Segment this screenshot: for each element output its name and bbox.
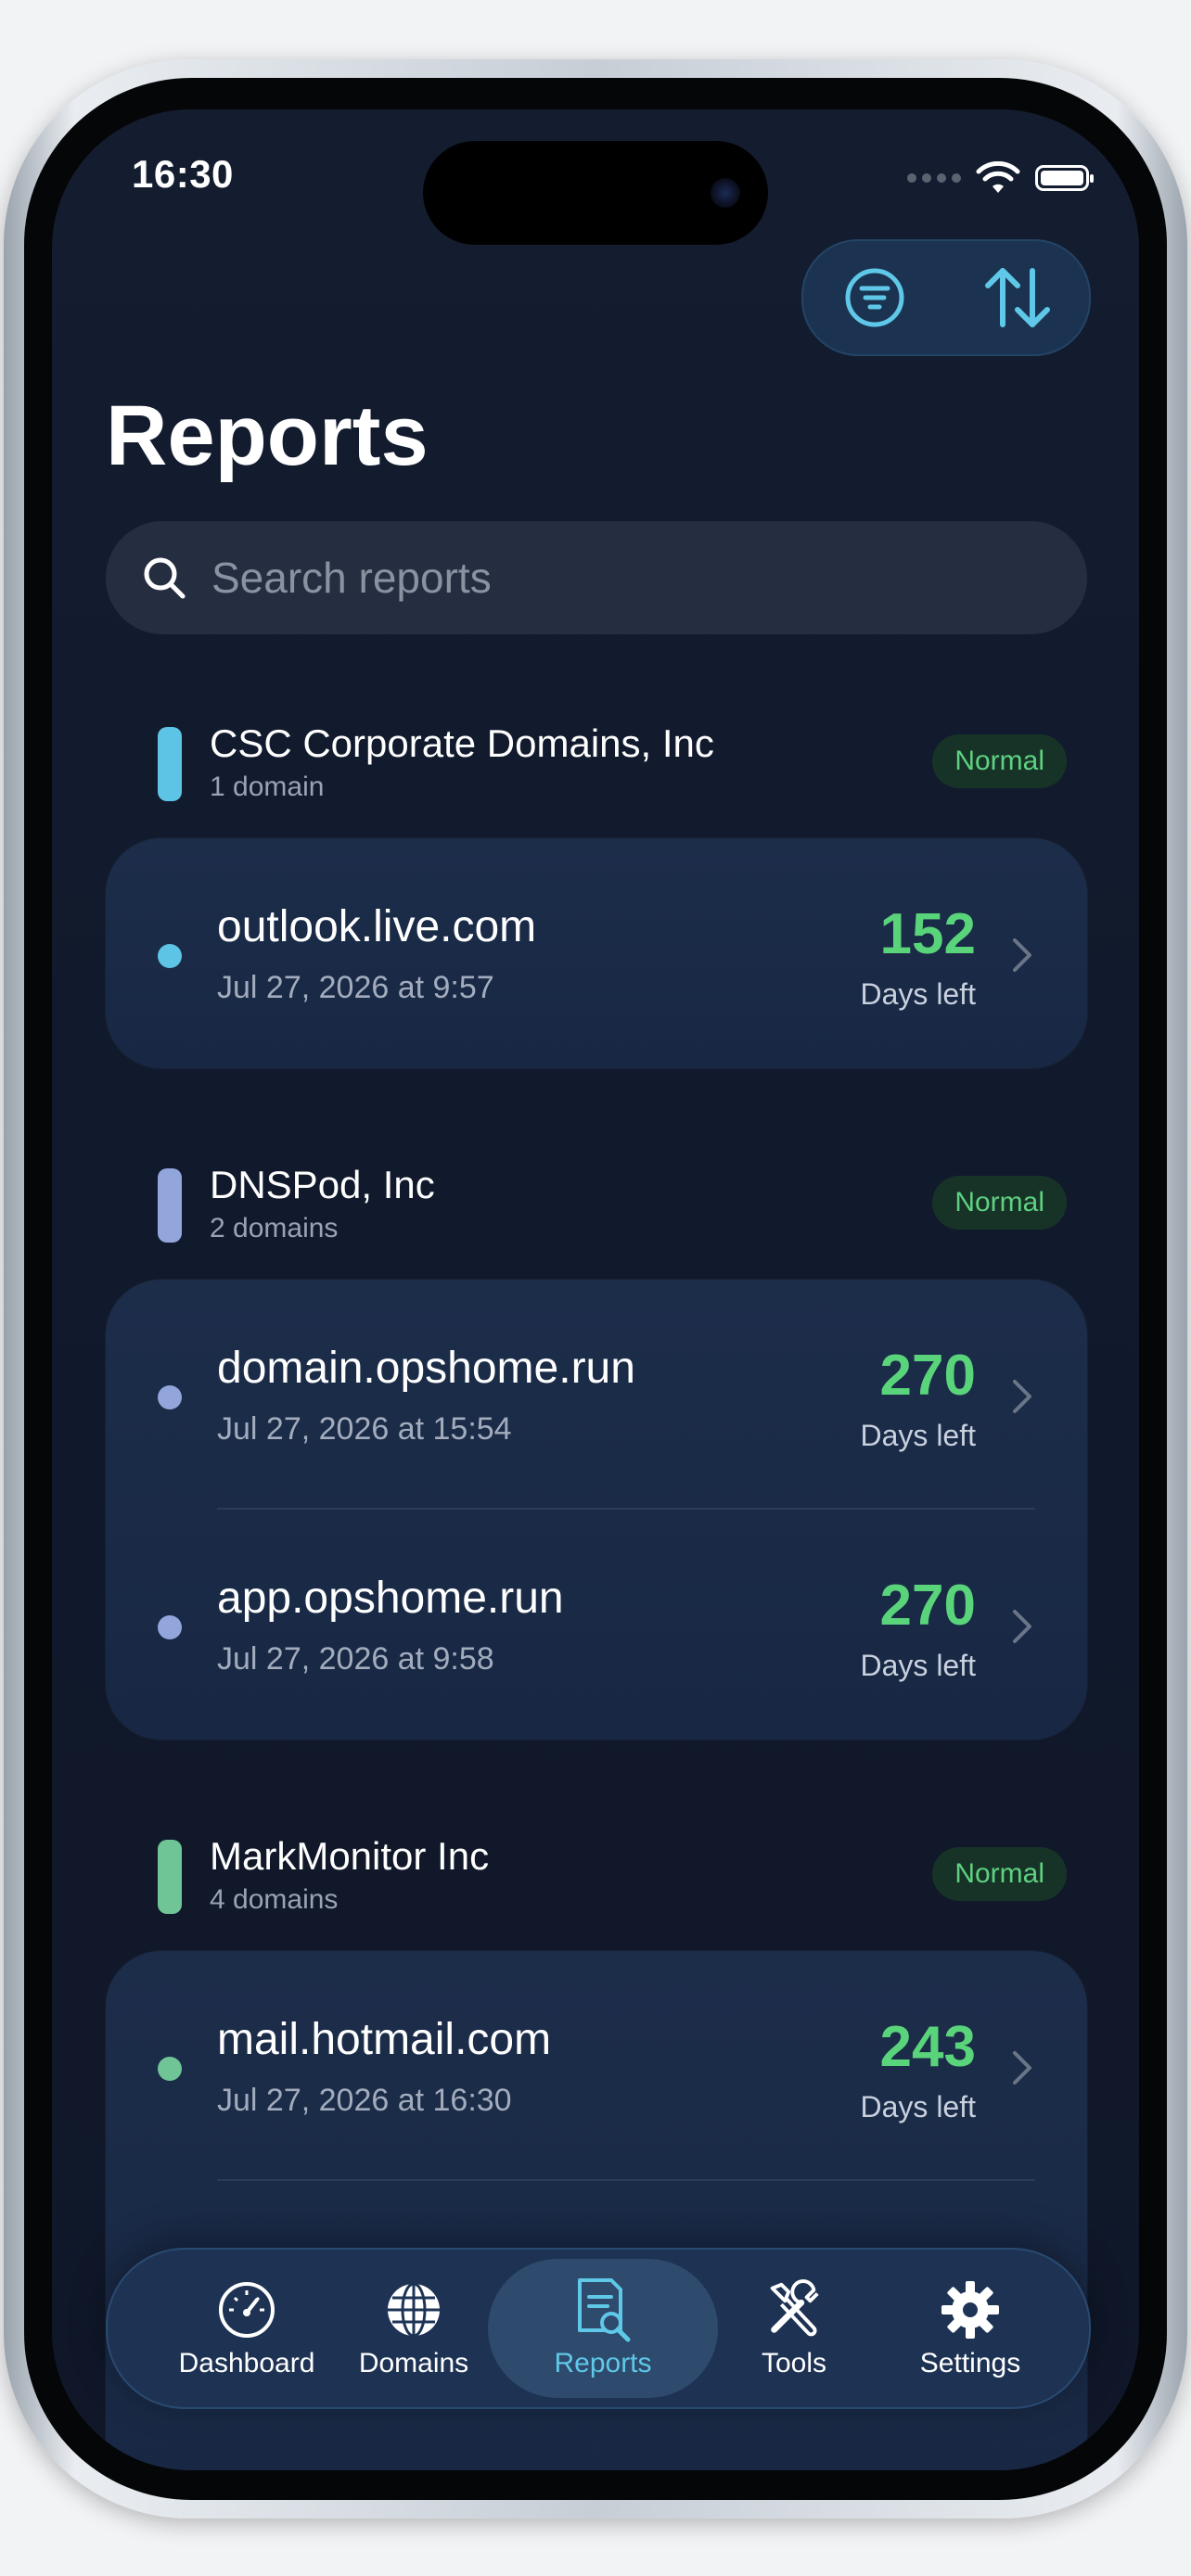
filter-button[interactable] <box>838 261 912 335</box>
top-actions <box>801 239 1091 356</box>
status-badge: Normal <box>932 734 1067 788</box>
wifi-icon <box>976 161 1020 193</box>
status-badge: Normal <box>932 1847 1067 1901</box>
domain-name: app.opshome.run <box>217 1574 564 1623</box>
status-icons <box>907 161 1094 195</box>
status-dot <box>158 1385 182 1409</box>
tools-icon <box>770 2279 819 2337</box>
chevron-right-icon <box>1013 2051 1031 2085</box>
group-color-bar <box>158 727 182 801</box>
status-badge: Normal <box>932 1176 1067 1230</box>
days-left-value: 152 <box>879 902 976 966</box>
search-input[interactable] <box>210 552 1002 604</box>
tab-bar: Dashboard Domains Reports Tools Settings <box>106 2248 1091 2409</box>
filter-icon <box>845 268 904 327</box>
group-name: MarkMonitor Inc <box>210 1834 490 1878</box>
domain-card: domain.opshome.run Jul 27, 2026 at 15:54… <box>106 1280 1087 1740</box>
domain-row[interactable]: domain.opshome.run Jul 27, 2026 at 15:54… <box>106 1280 1087 1510</box>
group-color-bar <box>158 1168 182 1243</box>
days-left-label: Days left <box>860 1419 976 1452</box>
tab-reports[interactable]: Reports <box>488 2250 718 2407</box>
days-left-value: 270 <box>879 1344 976 1408</box>
sort-icon <box>985 268 1050 327</box>
group-name: DNSPod, Inc <box>210 1163 435 1206</box>
tab-settings[interactable]: Settings <box>877 2250 1063 2407</box>
tab-label: Dashboard <box>178 2348 315 2378</box>
expiry-date: Jul 27, 2026 at 9:58 <box>217 1641 494 1677</box>
tab-label: Tools <box>761 2348 827 2378</box>
search-bar[interactable] <box>106 521 1087 634</box>
group-name: CSC Corporate Domains, Inc <box>210 721 714 765</box>
domain-name: mail.hotmail.com <box>217 2015 552 2064</box>
expiry-date: Jul 27, 2026 at 16:30 <box>217 2083 512 2118</box>
domain-row[interactable]: app.opshome.run Jul 27, 2026 at 9:58 270… <box>106 1510 1087 1740</box>
tab-domains[interactable]: Domains <box>330 2250 497 2407</box>
dynamic-island <box>423 141 768 245</box>
report-icon <box>578 2278 631 2342</box>
group-header[interactable]: CSC Corporate Domains, Inc 1 domain Norm… <box>158 721 1085 805</box>
domain-card: outlook.live.com Jul 27, 2026 at 9:57 15… <box>106 838 1087 1068</box>
domain-row[interactable]: outlook.live.com Jul 27, 2026 at 9:57 15… <box>106 838 1087 1068</box>
cellular-icon <box>907 173 961 183</box>
sort-button[interactable] <box>980 261 1055 335</box>
days-left-label: Days left <box>860 1649 976 1682</box>
page-title: Reports <box>106 389 429 483</box>
tab-dashboard[interactable]: Dashboard <box>145 2250 349 2407</box>
expiry-date: Jul 27, 2026 at 9:57 <box>217 970 494 1005</box>
gear-icon <box>941 2281 999 2339</box>
domain-row[interactable]: mail.hotmail.com Jul 27, 2026 at 16:30 2… <box>106 1951 1087 2181</box>
gauge-icon <box>219 2282 275 2338</box>
tab-tools[interactable]: Tools <box>711 2250 877 2407</box>
row-divider <box>217 2179 1035 2181</box>
status-dot <box>158 1615 182 1639</box>
tab-label: Domains <box>358 2348 469 2378</box>
domain-name: outlook.live.com <box>217 902 537 951</box>
days-left-value: 270 <box>879 1574 976 1638</box>
days-left-label: Days left <box>860 977 976 1011</box>
group-color-bar <box>158 1840 182 1914</box>
group-count: 1 domain <box>210 772 325 802</box>
group-count: 4 domains <box>210 1884 339 1915</box>
chevron-right-icon <box>1013 938 1031 972</box>
expiry-date: Jul 27, 2026 at 15:54 <box>217 1411 512 1447</box>
group-header[interactable]: MarkMonitor Inc 4 domains Normal <box>158 1834 1085 1918</box>
chevron-right-icon <box>1013 1610 1031 1643</box>
days-left-label: Days left <box>860 2090 976 2123</box>
tab-label: Settings <box>919 2348 1021 2378</box>
status-dot <box>158 2057 182 2081</box>
app-screen: 16:30 Reports Search reports CSC Corpora… <box>52 109 1139 2470</box>
status-time: 16:30 <box>132 152 234 196</box>
battery-icon <box>1035 165 1094 191</box>
globe-icon <box>388 2282 440 2338</box>
chevron-right-icon <box>1013 1380 1031 1413</box>
group-count: 2 domains <box>210 1213 339 1243</box>
domain-name: domain.opshome.run <box>217 1344 635 1393</box>
days-left-value: 243 <box>879 2015 976 2079</box>
search-icon <box>144 557 186 599</box>
group-header[interactable]: DNSPod, Inc 2 domains Normal <box>158 1163 1085 1246</box>
camera-icon <box>711 178 740 208</box>
status-dot <box>158 944 182 968</box>
tab-label: Reports <box>554 2348 652 2378</box>
